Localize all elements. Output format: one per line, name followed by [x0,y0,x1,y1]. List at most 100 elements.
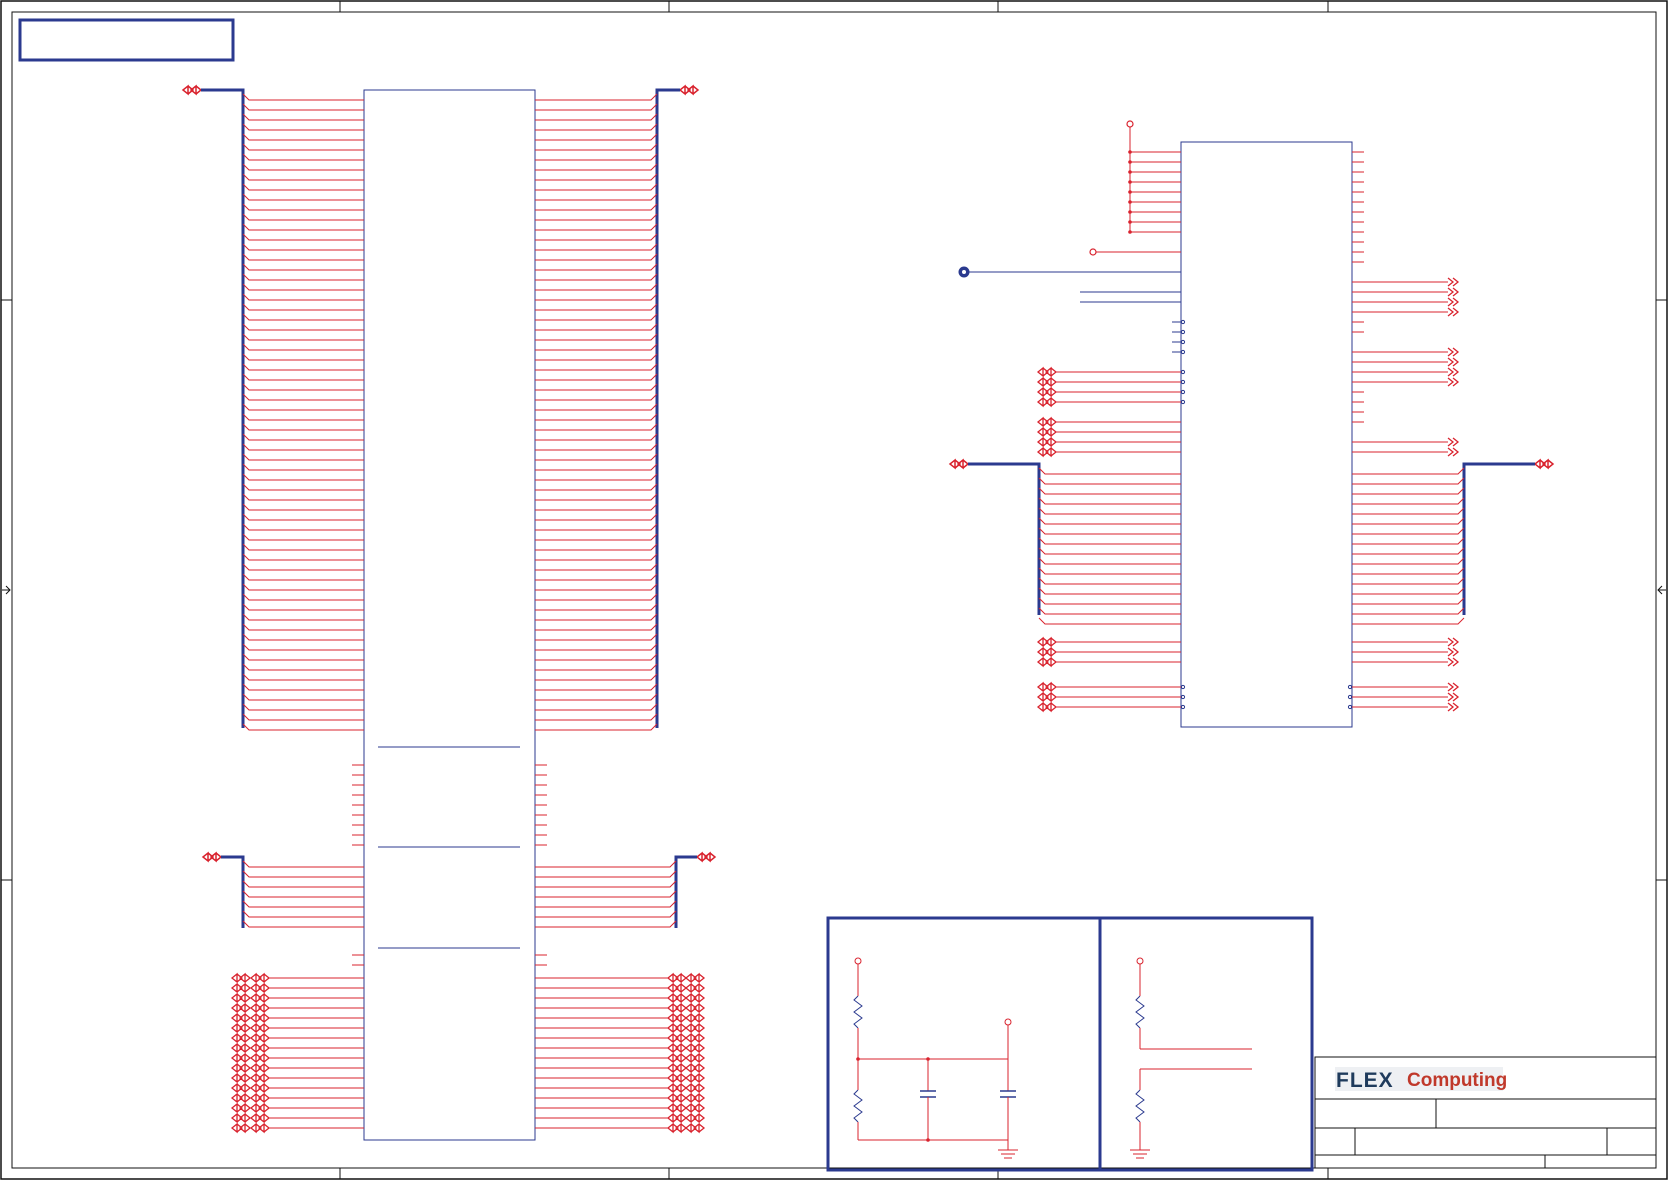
bus-entry-wire [242,473,364,481]
junction-dot [1128,150,1132,154]
port-connector-icon [1036,396,1058,408]
no-connect-icon [1180,329,1186,335]
bus-entry-wire [242,543,364,551]
bus-entry-wire [535,173,658,181]
bus-entry-wire [535,583,658,591]
bus-entry-wire [535,713,658,721]
port-connector-icon [230,1052,252,1064]
port-connector-icon [1447,297,1460,307]
port-connector-icon [684,1062,706,1074]
port-connector-icon [666,972,688,984]
resistor-icon [853,995,863,1029]
port-connector-icon [1036,636,1058,648]
bus-entry-wire [535,643,658,651]
bus-entry-wire [242,653,364,661]
bus-entry-wire [1352,557,1465,565]
port-connector-icon [1036,701,1058,713]
bus-entry-wire [535,633,658,641]
subcircuit-right [1130,957,1252,1159]
sheet-title-box [18,18,235,62]
port-connector-icon [1036,446,1058,458]
no-connect-icon [1180,389,1186,395]
port-connector-icon [230,1072,252,1084]
bus-entry-wire [242,253,364,261]
bus-entry-wire [1038,527,1181,535]
bus-entry-wire [242,910,364,918]
junction-dot [1128,220,1132,224]
bus-entry-wire [1038,497,1181,505]
bus-entry-wire [535,503,658,511]
bus-entry-wire [535,353,658,361]
bus-entry-wire [1352,527,1465,535]
schematic-sheet: FLEX Computing [0,0,1668,1180]
bus-entry-wire [242,663,364,671]
port-connector-icon [666,1082,688,1094]
bus-entry-wire [242,513,364,521]
bus-entry-wire [242,870,364,878]
bus-entry-wire [242,573,364,581]
bus-entry-wire [242,723,364,731]
bus-entry-wire [1352,617,1465,625]
bus-entry-wire [535,880,677,888]
bus-entry-wire [1038,617,1181,625]
no-connect-icon [1180,704,1186,710]
bus-entry-wire [242,323,364,331]
connector-wires [230,93,706,1134]
bus-entry-wire [242,233,364,241]
bus-entry-wire [535,413,658,421]
bus-entry-wire [535,513,658,521]
bus-entry-wire [242,273,364,281]
bus-entry-wire [242,463,364,471]
port-connector-icon [1447,647,1460,657]
port-connector-icon [1447,287,1460,297]
bus-entry-wire [242,900,364,908]
bus-entry-wire [242,553,364,561]
bus-entry-wire [242,503,364,511]
port-connector-icon [249,992,271,1004]
bus-entry-wire [1352,587,1465,595]
bus-entry-wire [242,880,364,888]
bus-entry-wire [242,223,364,231]
no-connect-icon [1347,694,1353,700]
bus-entry-wire [242,920,364,928]
ground-icon [998,1149,1018,1159]
bus-entry-wire [242,173,364,181]
port-connector-icon [230,1112,252,1124]
bus-entry-wire [535,703,658,711]
bus-entry-wire [535,623,658,631]
port-connector-icon [181,84,203,96]
port-connector-icon [684,982,706,994]
resistor-icon [1135,995,1145,1029]
right-bus-lower [674,851,717,928]
bus-entry-wire [1038,557,1181,565]
bus-entry-wire [242,143,364,151]
bus-entry-wire [535,203,658,211]
bus-entry-wire [535,243,658,251]
port-connector-icon [684,1022,706,1034]
bus-entry-wire [535,403,658,411]
ic-body [1180,141,1353,728]
port-connector-icon [666,1102,688,1114]
port-connector-icon [666,992,688,1004]
port-connector-icon [695,851,717,863]
bus-entry-wire [242,393,364,401]
bus-entry-wire [535,273,658,281]
no-connect-icon [1180,684,1186,690]
bus-entry-wire [535,193,658,201]
port-connector-icon [230,1022,252,1034]
bus-entry-wire [242,583,364,591]
left-bus-lower [201,851,245,928]
port-connector-icon [684,1052,706,1064]
port-connector-icon [230,1092,252,1104]
port-connector-icon [1447,447,1460,457]
port-connector-icon [666,1092,688,1104]
subcircuit-box [826,916,1314,1172]
bus-entry-wire [535,910,677,918]
port-connector-icon [230,1122,252,1134]
bus-entry-wire [242,703,364,711]
logo-computing: Computing [1407,1070,1507,1091]
port-connector-icon [249,972,271,984]
port-connector-icon [666,1022,688,1034]
port-connector-icon [249,1122,271,1134]
bus-entry-wire [535,103,658,111]
